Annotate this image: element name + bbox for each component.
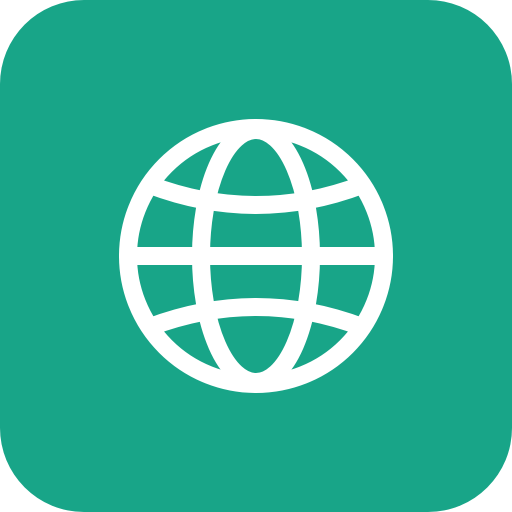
globe-icon: [119, 119, 393, 393]
app-icon-tile[interactable]: [0, 0, 512, 512]
globe-upper-latitude: [141, 176, 371, 214]
globe-lower-latitude: [141, 298, 371, 336]
